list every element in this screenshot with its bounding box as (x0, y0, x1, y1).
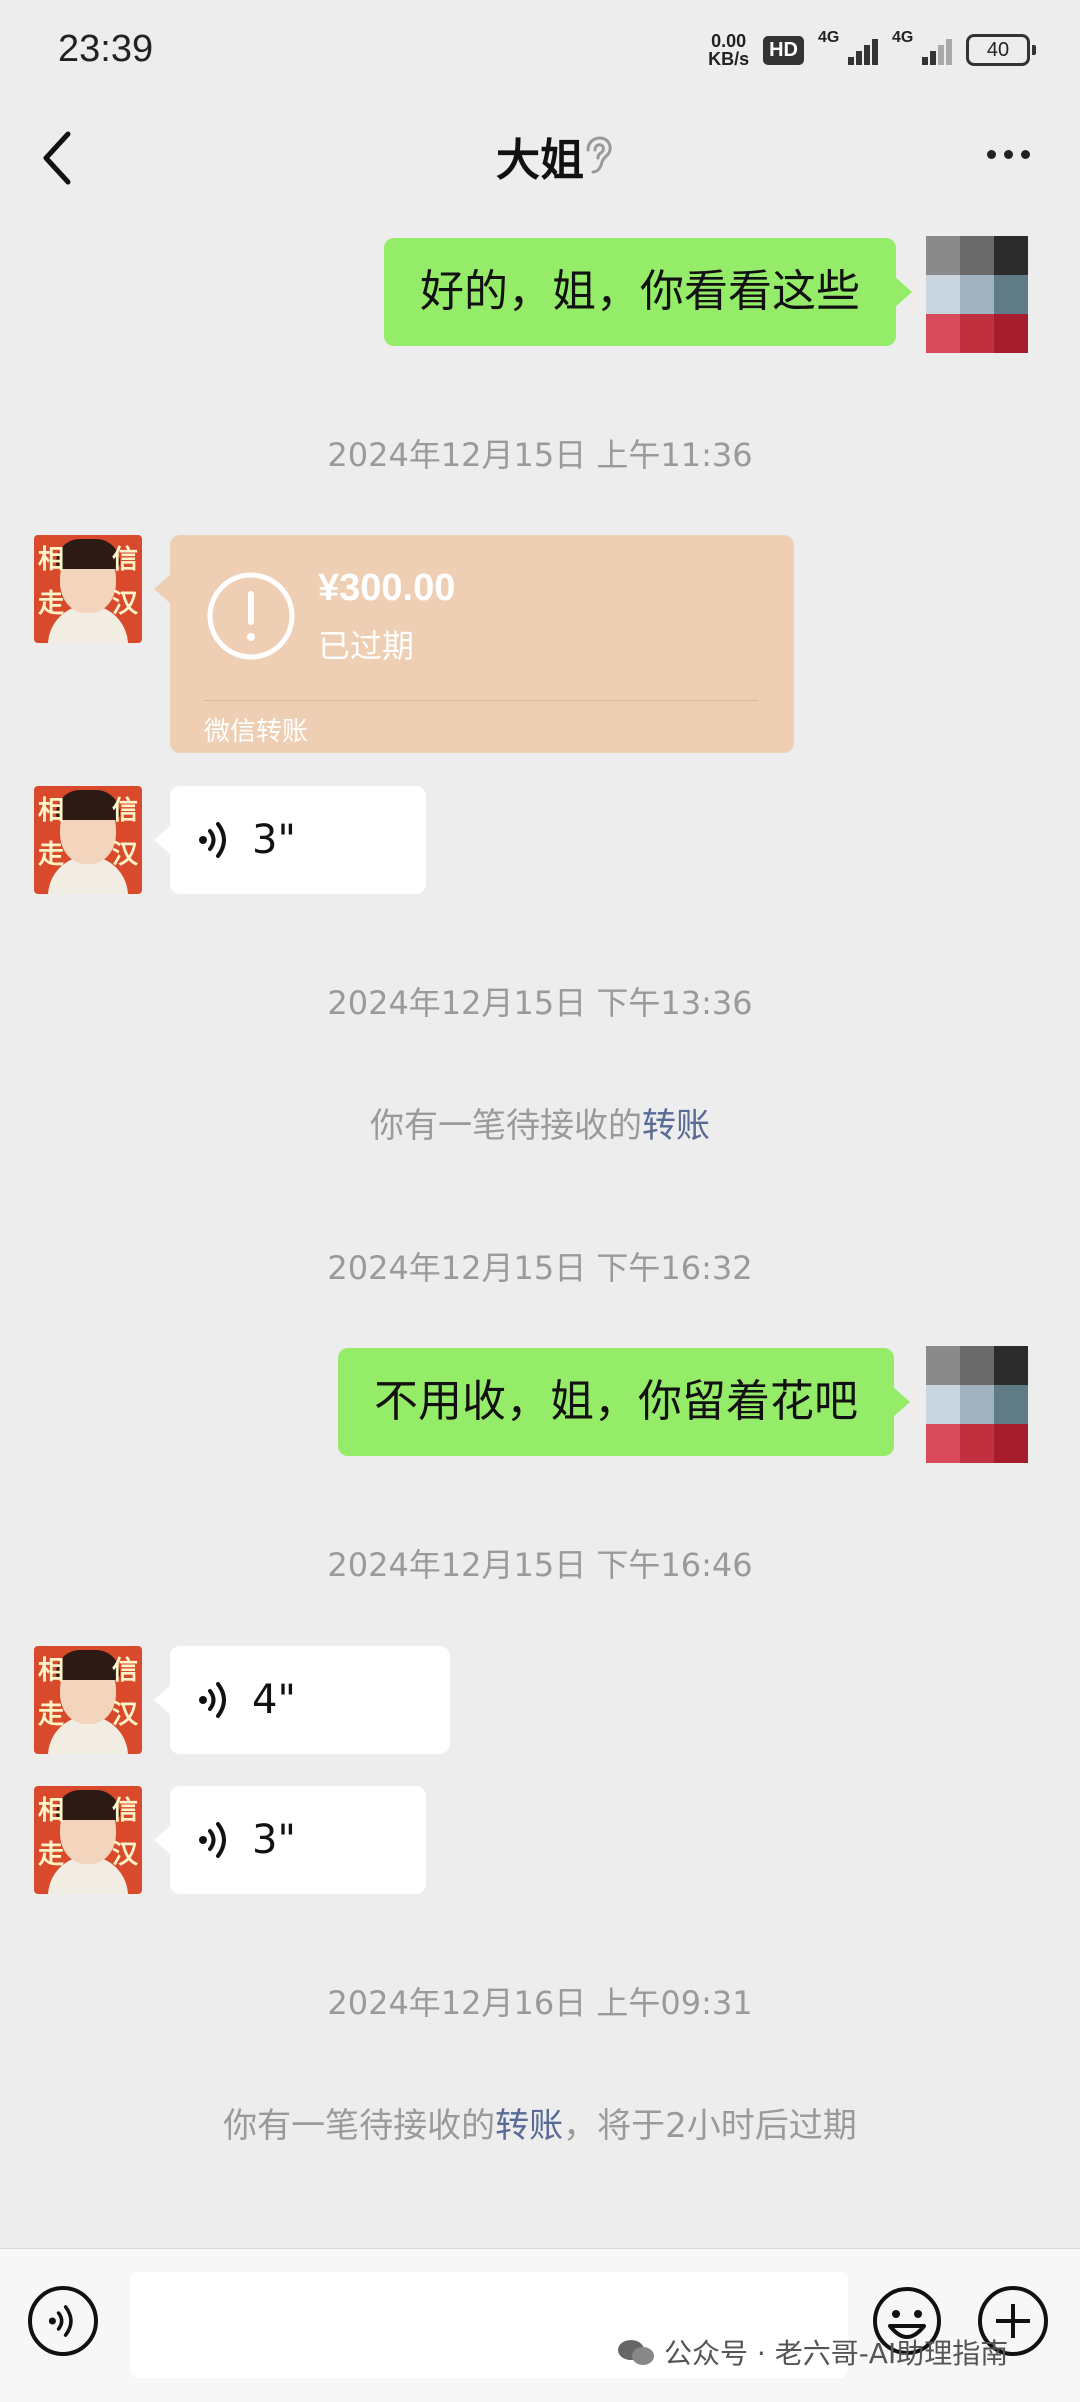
voice-wave-icon (199, 822, 226, 858)
avatar-char: 汉 (111, 589, 138, 619)
status-time: 23:39 (58, 28, 154, 70)
avatar-char: 汉 (111, 1840, 138, 1870)
timestamp: 2024年12月15日 上午11:36 (327, 436, 753, 474)
system-message: 你有一笔待接收的转账 (0, 1098, 1080, 1147)
transfer-link[interactable]: 转账 (495, 2106, 563, 2146)
contact-avatar[interactable]: 相 信 走 汉 (34, 786, 142, 894)
avatar-char: 相 (38, 1796, 65, 1826)
hd-voice-icon: HD (763, 35, 804, 65)
network-speed-unit: KB/s (708, 49, 750, 69)
system-message-text: 你有一笔待接收的 (223, 2106, 496, 2146)
transfer-status: 已过期 (318, 627, 415, 665)
wechat-logo-icon (618, 2340, 654, 2365)
voice-wave-icon (199, 1822, 226, 1858)
watermark-text: 公众号 · 老六哥-AI助理指南 (664, 2337, 1009, 2370)
signal-label-2: 4G (892, 29, 914, 46)
earpiece-mode-icon (586, 136, 612, 174)
signal-strength-icon: 4G (818, 29, 878, 65)
voice-message-bubble[interactable]: 4" (154, 1646, 450, 1754)
expired-alert-icon (207, 572, 295, 660)
avatar-char: 走 (38, 589, 65, 619)
contact-avatar[interactable]: 相 信 走 汉 (34, 535, 142, 643)
avatar-char: 汉 (111, 1700, 138, 1730)
my-avatar[interactable] (926, 1346, 1028, 1463)
contact-avatar[interactable]: 相 信 走 汉 (34, 1786, 142, 1894)
contact-avatar[interactable]: 相 信 走 汉 (34, 1646, 142, 1754)
transfer-card[interactable]: ¥300.00 已过期 微信转账 (154, 535, 794, 753)
transfer-link[interactable]: 转账 (642, 1106, 710, 1146)
voice-message-bubble[interactable]: 3" (154, 786, 426, 894)
more-options-button[interactable] (987, 150, 1030, 159)
watermark: 公众号 · 老六哥-AI助理指南 (616, 2332, 1008, 2372)
voice-duration: 3" (252, 817, 296, 863)
signal-strength-icon-2: 4G (892, 29, 952, 65)
voice-input-toggle-button[interactable] (28, 2286, 98, 2356)
transfer-amount: ¥300.00 (318, 567, 456, 609)
outgoing-message-bubble[interactable]: 好的，姐，你看看这些 (384, 238, 912, 346)
system-message-text: 你有一笔待接收的 (370, 1106, 642, 1146)
avatar-char: 信 (111, 545, 138, 575)
avatar-char: 相 (38, 796, 65, 826)
avatar-char: 相 (38, 545, 65, 575)
voice-duration: 4" (252, 1677, 296, 1723)
avatar-char: 走 (38, 840, 65, 870)
timestamp: 2024年12月15日 下午16:32 (327, 1249, 753, 1287)
avatar-char: 信 (111, 1656, 138, 1686)
network-speed-value: 0.00 (711, 31, 747, 51)
timestamp: 2024年12月15日 下午13:36 (327, 984, 753, 1022)
timestamp: 2024年12月15日 下午16:46 (327, 1546, 753, 1584)
voice-wave-icon (48, 2305, 73, 2337)
avatar-char: 走 (38, 1840, 65, 1870)
avatar-char: 信 (111, 796, 138, 826)
network-speed: 0.00 KB/s (708, 32, 749, 68)
status-icons: 0.00 KB/s HD 4G 4G 40 (708, 29, 1036, 68)
transfer-source-label: 微信转账 (204, 717, 309, 747)
voice-wave-icon (199, 1682, 226, 1718)
signal-label: 4G (818, 29, 840, 46)
avatar-char: 走 (38, 1700, 65, 1730)
timestamp: 2024年12月16日 上午09:31 (327, 1984, 753, 2022)
avatar-char: 汉 (111, 840, 138, 870)
system-message-suffix: ，将于2小时后过期 (563, 2106, 857, 2146)
divider (204, 700, 758, 701)
voice-duration: 3" (252, 1817, 296, 1863)
outgoing-message-bubble[interactable]: 不用收，姐，你留着花吧 (338, 1348, 910, 1456)
system-message: 你有一笔待接收的转账，将于2小时后过期 (0, 2098, 1080, 2147)
voice-message-bubble[interactable]: 3" (154, 1786, 426, 1894)
avatar-char: 相 (38, 1656, 65, 1686)
status-bar: 23:39 0.00 KB/s HD 4G 4G 40 (0, 0, 1080, 100)
my-avatar[interactable] (926, 236, 1028, 353)
avatar-char: 信 (111, 1796, 138, 1826)
chat-title: 大姐 (496, 135, 584, 186)
battery-icon: 40 (966, 34, 1036, 66)
